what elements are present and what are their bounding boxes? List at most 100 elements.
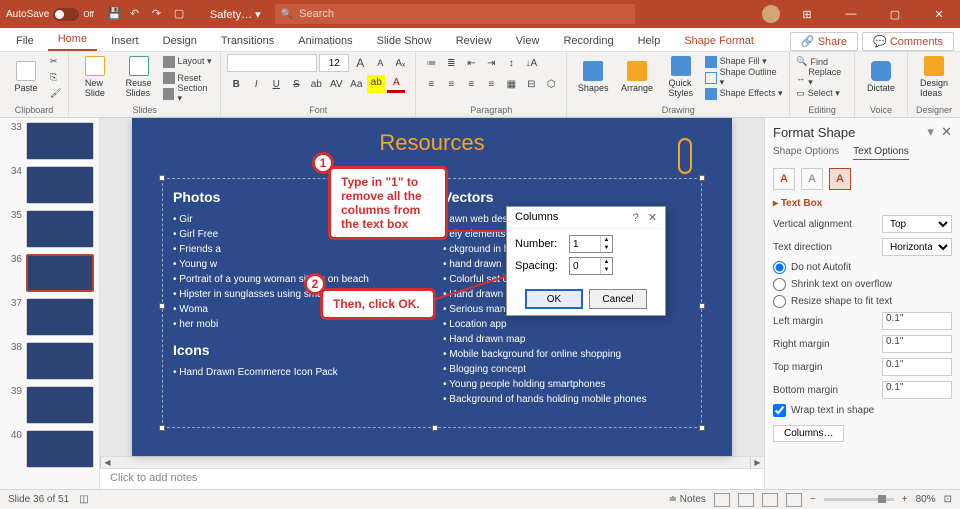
scroll-right-icon[interactable]: ▶ bbox=[750, 457, 764, 468]
tab-animations[interactable]: Animations bbox=[288, 31, 362, 51]
numbering-button[interactable]: ≣ bbox=[442, 54, 460, 72]
right-margin-input[interactable]: 0.1" bbox=[882, 335, 952, 353]
line-spacing-button[interactable]: ↕ bbox=[502, 54, 520, 72]
slide-thumbnail[interactable]: 37 bbox=[4, 298, 95, 336]
indent-inc-button[interactable]: ⇥ bbox=[482, 54, 500, 72]
scroll-left-icon[interactable]: ◀ bbox=[100, 457, 114, 468]
underline-button[interactable]: U bbox=[267, 75, 285, 93]
arrange-button[interactable]: Arrange bbox=[617, 54, 657, 100]
bold-button[interactable]: B bbox=[227, 75, 245, 93]
comments-button[interactable]: 💬 Comments bbox=[862, 32, 954, 51]
accessibility-icon[interactable]: ◫ bbox=[79, 494, 88, 505]
tab-home[interactable]: Home bbox=[48, 29, 97, 51]
autofit-resize-radio[interactable] bbox=[773, 295, 786, 308]
format-painter-button[interactable]: 🖌 bbox=[50, 86, 62, 101]
tab-file[interactable]: File bbox=[6, 31, 44, 51]
redo-icon[interactable]: ↷ bbox=[152, 7, 166, 21]
justify-button[interactable]: ≡ bbox=[482, 75, 500, 93]
layout-button[interactable]: Layout ▾ bbox=[163, 54, 215, 69]
tab-view[interactable]: View bbox=[506, 31, 550, 51]
tab-insert[interactable]: Insert bbox=[101, 31, 149, 51]
text-effects-icon[interactable]: A bbox=[801, 168, 823, 190]
spin-up-icon[interactable]: ▲ bbox=[601, 258, 612, 266]
ok-button[interactable]: OK bbox=[525, 289, 583, 309]
shape-outline-button[interactable]: Shape Outline ▾ bbox=[705, 70, 784, 85]
cancel-button[interactable]: Cancel bbox=[589, 289, 647, 309]
sorter-view-button[interactable] bbox=[738, 493, 754, 507]
spin-down-icon[interactable]: ▼ bbox=[601, 266, 612, 274]
document-title[interactable]: Safety… ▾ bbox=[196, 8, 275, 21]
bullets-button[interactable]: ≔ bbox=[422, 54, 440, 72]
wrap-checkbox[interactable] bbox=[773, 404, 786, 417]
shadow-button[interactable]: ab bbox=[307, 75, 325, 93]
grow-font-button[interactable]: A bbox=[351, 54, 369, 72]
text-direction-select[interactable]: Horizontal bbox=[882, 238, 952, 256]
notes-pane[interactable]: Click to add notes bbox=[100, 468, 764, 489]
top-margin-input[interactable]: 0.1" bbox=[882, 358, 952, 376]
tab-slideshow[interactable]: Slide Show bbox=[367, 31, 442, 51]
align-center-button[interactable]: ≡ bbox=[442, 75, 460, 93]
bottom-margin-input[interactable]: 0.1" bbox=[882, 381, 952, 399]
save-icon[interactable]: 💾 bbox=[108, 7, 122, 21]
autofit-none-radio[interactable] bbox=[773, 261, 786, 274]
strike-button[interactable]: S bbox=[287, 75, 305, 93]
number-spinner[interactable]: ▲▼ bbox=[569, 235, 613, 253]
slide-thumbnail[interactable]: 34 bbox=[4, 166, 95, 204]
tab-review[interactable]: Review bbox=[446, 31, 502, 51]
dialog-close-button[interactable]: ✕ bbox=[648, 212, 657, 224]
copy-button[interactable]: ⎘ bbox=[50, 70, 62, 85]
italic-button[interactable]: I bbox=[247, 75, 265, 93]
paste-button[interactable]: Paste bbox=[6, 54, 46, 100]
select-button[interactable]: ▭Select ▾ bbox=[796, 86, 848, 101]
slide-thumbnail[interactable]: 38 bbox=[4, 342, 95, 380]
dialog-help-button[interactable]: ? bbox=[633, 212, 639, 224]
share-button[interactable]: 🔗 Share bbox=[790, 32, 858, 51]
spacing-input[interactable] bbox=[570, 258, 600, 274]
maximize-button[interactable]: ▢ bbox=[878, 0, 912, 28]
char-spacing-button[interactable]: AV bbox=[327, 75, 345, 93]
new-slide-button[interactable]: New Slide bbox=[75, 54, 115, 100]
slide-thumbnail[interactable]: 33 bbox=[4, 122, 95, 160]
number-input[interactable] bbox=[570, 236, 600, 252]
textbox-section[interactable]: ▸ Text Box bbox=[773, 198, 952, 209]
align-text-button[interactable]: ⊟ bbox=[522, 75, 540, 93]
reading-view-button[interactable] bbox=[762, 493, 778, 507]
zoom-slider[interactable] bbox=[824, 498, 894, 501]
change-case-button[interactable]: Aa bbox=[347, 75, 365, 93]
font-color-button[interactable]: A bbox=[387, 75, 405, 93]
slide-thumbnail[interactable]: 35 bbox=[4, 210, 95, 248]
smartart-button[interactable]: ⬡ bbox=[542, 75, 560, 93]
pane-dropdown-icon[interactable]: ▾ bbox=[927, 124, 934, 139]
tab-transitions[interactable]: Transitions bbox=[211, 31, 284, 51]
slideshow-view-button[interactable] bbox=[786, 493, 802, 507]
horizontal-scrollbar[interactable]: ◀ ▶ bbox=[100, 456, 764, 468]
font-family-select[interactable] bbox=[227, 54, 317, 72]
reuse-slides-button[interactable]: Reuse Slides bbox=[119, 54, 159, 100]
section-button[interactable]: Section ▾ bbox=[163, 86, 215, 101]
pane-close-button[interactable]: ✕ bbox=[941, 124, 952, 139]
replace-button[interactable]: ↔Replace ▾ bbox=[796, 70, 848, 85]
undo-icon[interactable]: ↶ bbox=[130, 7, 144, 21]
slide-thumbnail[interactable]: 40 bbox=[4, 430, 95, 468]
autosave-toggle[interactable]: AutoSave Off bbox=[0, 8, 100, 21]
columns-button[interactable]: Columns… bbox=[773, 425, 844, 442]
tab-design[interactable]: Design bbox=[153, 31, 207, 51]
slide-thumbnail[interactable]: 36 bbox=[4, 254, 95, 292]
indent-dec-button[interactable]: ⇤ bbox=[462, 54, 480, 72]
left-margin-input[interactable]: 0.1" bbox=[882, 312, 952, 330]
align-left-button[interactable]: ≡ bbox=[422, 75, 440, 93]
tab-shape-format[interactable]: Shape Format bbox=[674, 31, 764, 51]
ribbon-display-icon[interactable]: ⊞ bbox=[790, 0, 824, 28]
design-ideas-button[interactable]: Design Ideas bbox=[914, 54, 954, 100]
text-options-tab[interactable]: Text Options bbox=[853, 146, 909, 160]
slideshow-icon[interactable]: ▢ bbox=[174, 7, 188, 21]
shapes-button[interactable]: Shapes bbox=[573, 54, 613, 100]
tab-recording[interactable]: Recording bbox=[553, 31, 623, 51]
shape-effects-button[interactable]: Shape Effects ▾ bbox=[705, 86, 784, 101]
search-input[interactable]: Search bbox=[275, 4, 635, 24]
quick-styles-button[interactable]: Quick Styles bbox=[661, 54, 701, 100]
spin-up-icon[interactable]: ▲ bbox=[601, 236, 612, 244]
align-right-button[interactable]: ≡ bbox=[462, 75, 480, 93]
normal-view-button[interactable] bbox=[714, 493, 730, 507]
minimize-button[interactable]: — bbox=[834, 0, 868, 28]
